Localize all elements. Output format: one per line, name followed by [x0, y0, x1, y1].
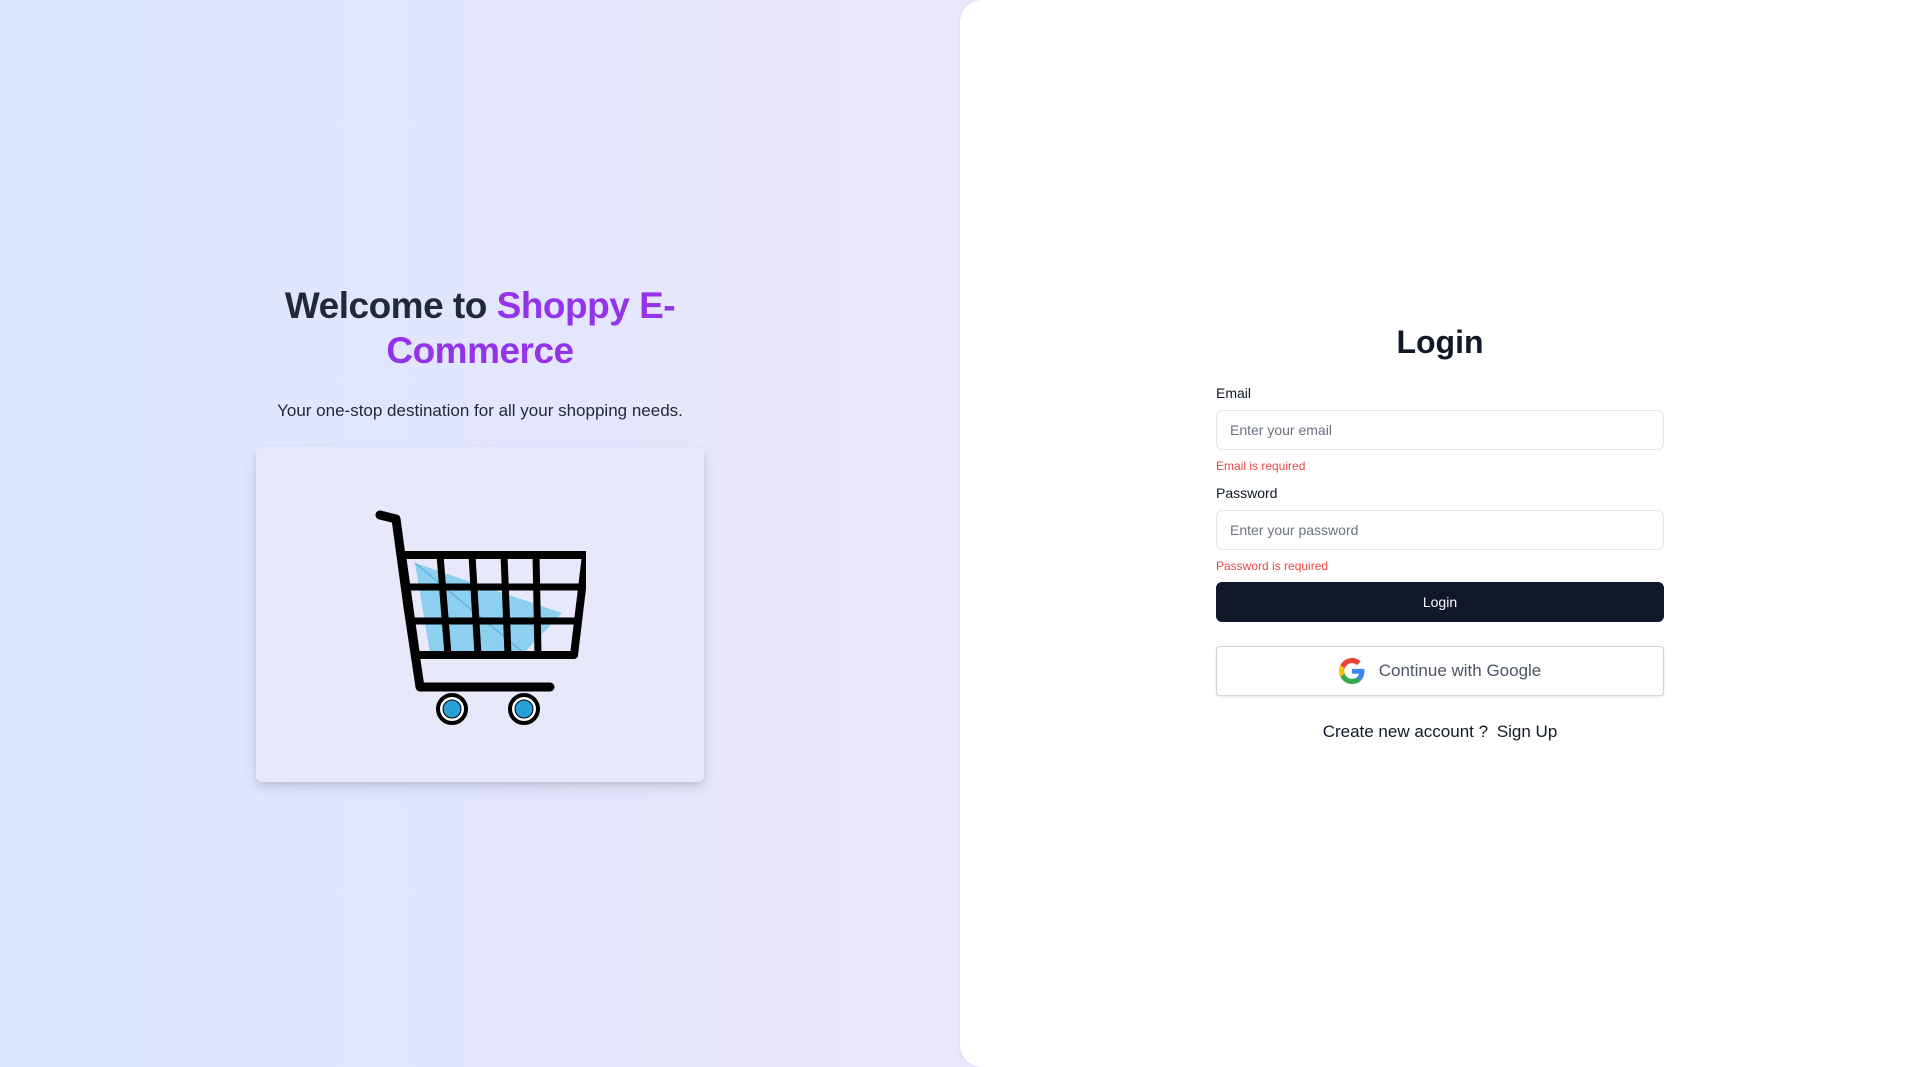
signup-prompt: Create new account ? [1322, 722, 1489, 741]
google-icon [1338, 658, 1365, 684]
email-error: Email is required [1216, 459, 1306, 473]
email-label: Email [1216, 385, 1252, 401]
google-login-button[interactable]: Continue with Google [1216, 646, 1664, 696]
signup-row: Create new account ? Sign Up [960, 722, 1920, 742]
welcome-prefix: Welcome to [284, 285, 497, 326]
password-error: Password is required [1216, 559, 1329, 573]
hero-section: Welcome to Shoppy E-Commerce Your one-st… [0, 0, 960, 1067]
tagline: Your one-stop destination for all your s… [277, 401, 683, 420]
email-field[interactable] [1216, 410, 1664, 450]
login-title: Login [1396, 324, 1484, 360]
hero-image-card [256, 447, 704, 782]
password-label: Password [1216, 485, 1278, 501]
signup-link[interactable]: Sign Up [1497, 722, 1557, 741]
google-button-label: Continue with Google [1378, 661, 1542, 680]
shopping-cart-icon [375, 510, 586, 725]
login-panel: Login Email Email is required Password P… [960, 0, 1920, 1067]
welcome-heading: Welcome to Shoppy E-Commerce [240, 283, 720, 373]
password-field[interactable] [1216, 510, 1664, 550]
login-button[interactable]: Login [1216, 582, 1664, 622]
